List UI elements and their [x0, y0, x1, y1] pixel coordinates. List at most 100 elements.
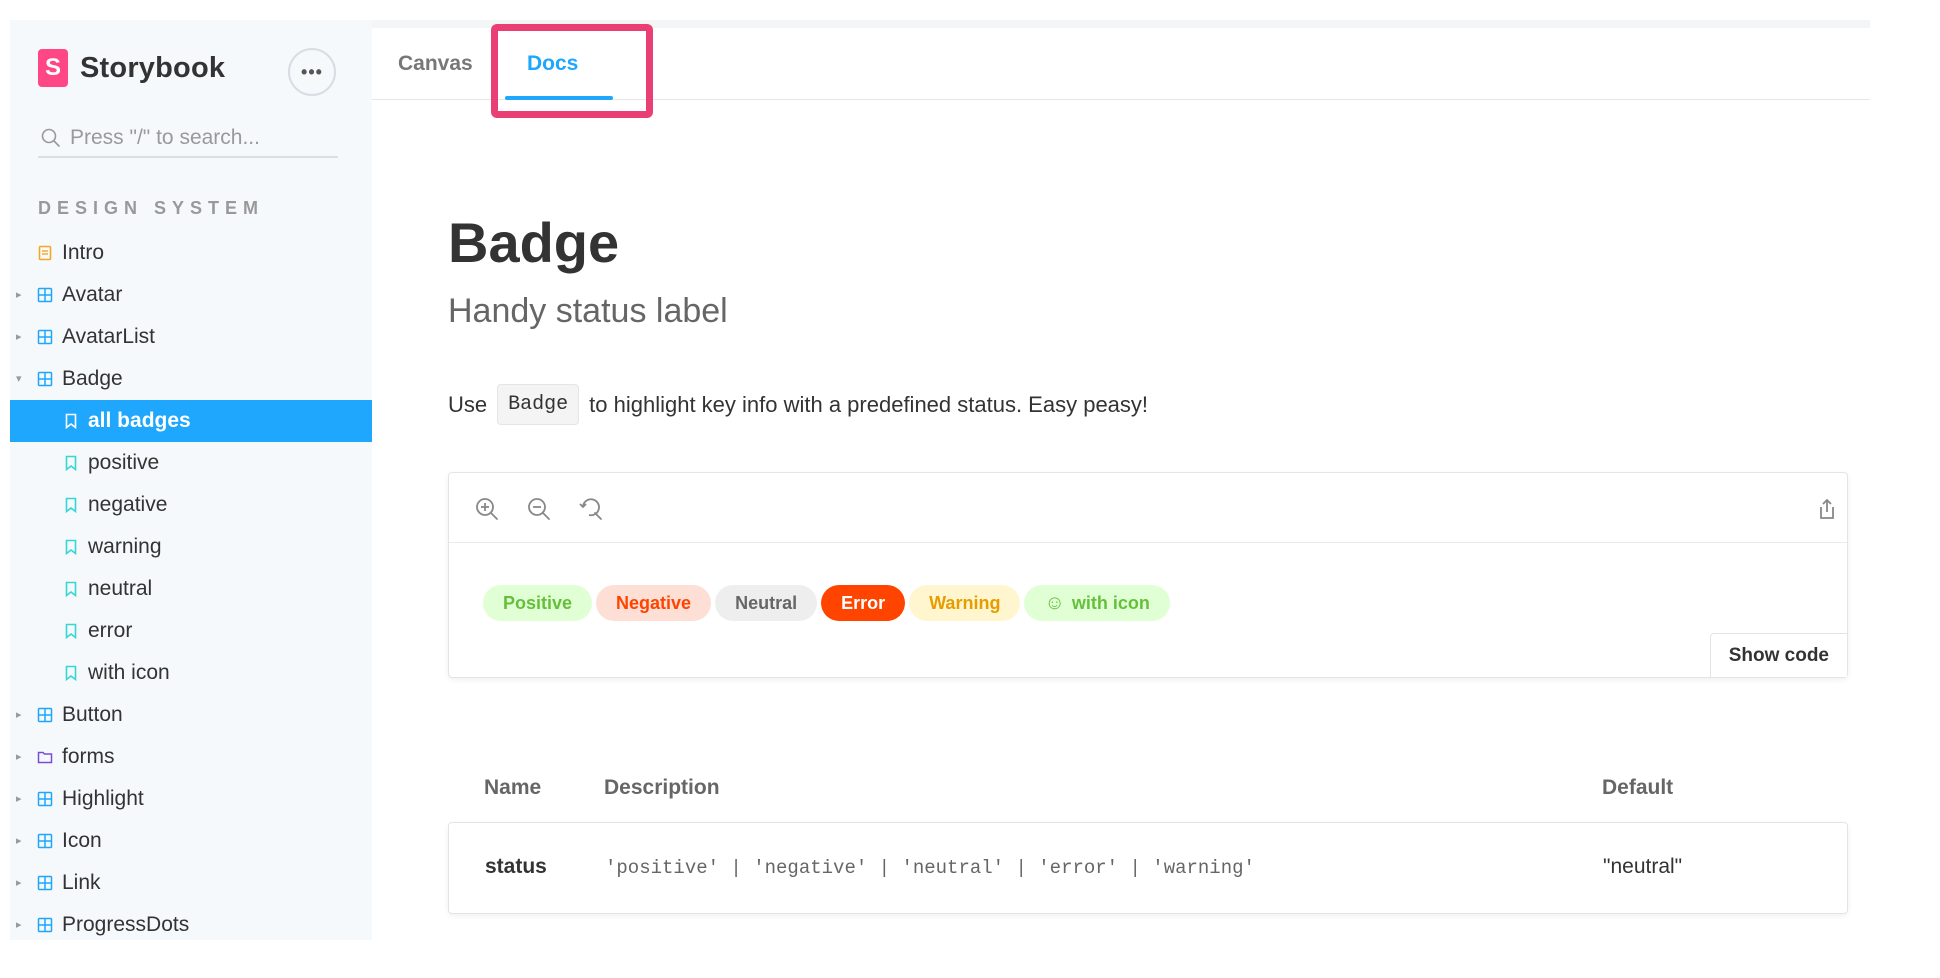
storybook-logo-icon: S — [38, 49, 68, 87]
sidebar-item-avatar[interactable]: ▸ Avatar — [10, 274, 372, 316]
sidebar-item-with-icon[interactable]: with icon — [10, 652, 372, 694]
sidebar-item-button[interactable]: ▸ Button — [10, 694, 372, 736]
bookmark-icon — [62, 454, 80, 472]
zoom-in-icon[interactable] — [473, 495, 501, 523]
brand[interactable]: S Storybook — [38, 48, 225, 88]
sidebar-item-label: all badges — [88, 409, 191, 432]
description: Use Badge to highlight key info with a p… — [448, 384, 1148, 425]
sidebar-item-badge[interactable]: ▾ Badge — [10, 358, 372, 400]
sidebar-item-label: Link — [62, 871, 101, 894]
caret-right-icon: ▸ — [16, 919, 22, 931]
badge-error: Error — [821, 585, 906, 621]
badge-warning: Warning — [909, 585, 1021, 621]
page-subtitle: Handy status label — [448, 292, 728, 330]
component-icon — [36, 328, 54, 346]
description-text: Use — [448, 391, 488, 417]
sidebar-item-icon[interactable]: ▸ Icon — [10, 820, 372, 862]
search-input[interactable] — [70, 126, 330, 150]
component-icon — [36, 370, 54, 388]
component-icon — [36, 286, 54, 304]
sidebar-item-label: positive — [88, 451, 160, 474]
bookmark-icon — [62, 664, 80, 682]
component-icon — [36, 832, 54, 850]
badge-label: with icon — [1071, 592, 1150, 613]
sidebar-item-progressdots[interactable]: ▸ ProgressDots — [10, 904, 372, 940]
caret-right-icon: ▸ — [16, 331, 22, 343]
search-bar — [38, 120, 338, 158]
caret-down-icon: ▾ — [16, 373, 22, 385]
caret-right-icon: ▸ — [16, 289, 22, 301]
table-row: status 'positive' | 'negative' | 'neutra… — [448, 822, 1848, 914]
smiley-icon: ☺ — [1044, 591, 1065, 614]
section-title: DESIGN SYSTEM — [38, 198, 265, 218]
component-icon — [36, 706, 54, 724]
sidebar-item-label: forms — [62, 745, 115, 768]
sidebar-item-label: ProgressDots — [62, 913, 190, 936]
badge-negative: Negative — [596, 585, 712, 621]
sidebar-item-warning[interactable]: warning — [10, 526, 372, 568]
sidebar-item-highlight[interactable]: ▸ Highlight — [10, 778, 372, 820]
sidebar-item-label: Intro — [62, 241, 105, 264]
more-options-button[interactable]: ••• — [288, 48, 336, 96]
column-header-name: Name — [484, 776, 542, 799]
sidebar-item-link[interactable]: ▸ Link — [10, 862, 372, 904]
sidebar-item-error[interactable]: error — [10, 610, 372, 652]
caret-right-icon: ▸ — [16, 751, 22, 763]
badge-list: Positive Negative Neutral Error Warning … — [483, 585, 1170, 621]
sidebar-item-label: warning — [88, 535, 162, 558]
bookmark-icon — [62, 622, 80, 640]
sidebar-item-label: Badge — [62, 367, 123, 390]
bookmark-icon — [62, 496, 80, 514]
inline-code: Badge — [497, 384, 580, 425]
sidebar-item-all-badges[interactable]: all badges — [10, 400, 372, 442]
bookmark-icon — [62, 538, 80, 556]
caret-right-icon: ▸ — [16, 877, 22, 889]
tab-canvas[interactable]: Canvas — [398, 52, 473, 76]
sidebar-item-label: Avatar — [62, 283, 123, 306]
description-text: to highlight key info with a predefined … — [589, 391, 1149, 417]
sidebar-item-label: negative — [88, 493, 168, 516]
prop-description: 'positive' | 'negative' | 'neutral' | 'e… — [605, 857, 1255, 879]
badge-positive: Positive — [483, 585, 593, 621]
bookmark-icon — [62, 580, 80, 598]
search-icon — [41, 128, 60, 147]
page-title: Badge — [448, 211, 620, 274]
sidebar-item-positive[interactable]: positive — [10, 442, 372, 484]
prop-name: status — [485, 855, 547, 878]
sidebar-item-avatarlist[interactable]: ▸ AvatarList — [10, 316, 372, 358]
badge-with-icon: ☺ with icon — [1024, 585, 1170, 621]
reset-zoom-icon[interactable] — [577, 495, 605, 523]
sidebar-item-label: Icon — [62, 829, 102, 852]
sidebar-item-neutral[interactable]: neutral — [10, 568, 372, 610]
sidebar-item-label: Button — [62, 703, 123, 726]
column-header-default: Default — [1602, 776, 1674, 799]
sidebar-item-label: neutral — [88, 577, 153, 600]
main-panel: Canvas Docs Badge Handy status label Use… — [372, 20, 1870, 940]
sidebar-item-label: with icon — [88, 661, 170, 684]
sidebar-item-intro[interactable]: Intro — [10, 232, 372, 274]
brand-name: Storybook — [80, 51, 226, 84]
bookmark-icon — [62, 412, 80, 430]
sidebar-item-forms[interactable]: ▸ forms — [10, 736, 372, 778]
show-code-button[interactable]: Show code — [1709, 633, 1847, 677]
doc-icon — [36, 244, 54, 262]
storybook-app: S Storybook ••• DESIGN SYSTEM Intro ▸ Av… — [10, 20, 1870, 940]
component-icon — [36, 874, 54, 892]
sidebar-item-label: AvatarList — [62, 325, 155, 348]
sidebar: S Storybook ••• DESIGN SYSTEM Intro ▸ Av… — [10, 20, 372, 940]
caret-right-icon: ▸ — [16, 709, 22, 721]
folder-icon — [36, 748, 54, 766]
sidebar-item-negative[interactable]: negative — [10, 484, 372, 526]
caret-right-icon: ▸ — [16, 835, 22, 847]
sidebar-tree: Intro ▸ Avatar ▸ AvatarList ▾ Badge all … — [10, 232, 372, 940]
share-icon[interactable] — [1813, 495, 1841, 523]
badge-neutral: Neutral — [715, 585, 818, 621]
preview-toolbar — [449, 473, 1847, 543]
zoom-out-icon[interactable] — [525, 495, 553, 523]
story-preview: Positive Negative Neutral Error Warning … — [448, 472, 1848, 678]
component-icon — [36, 790, 54, 808]
component-icon — [36, 916, 54, 934]
docs-tab-highlight — [491, 24, 653, 118]
prop-default: "neutral" — [1603, 855, 1683, 878]
sidebar-item-label: error — [88, 619, 133, 642]
